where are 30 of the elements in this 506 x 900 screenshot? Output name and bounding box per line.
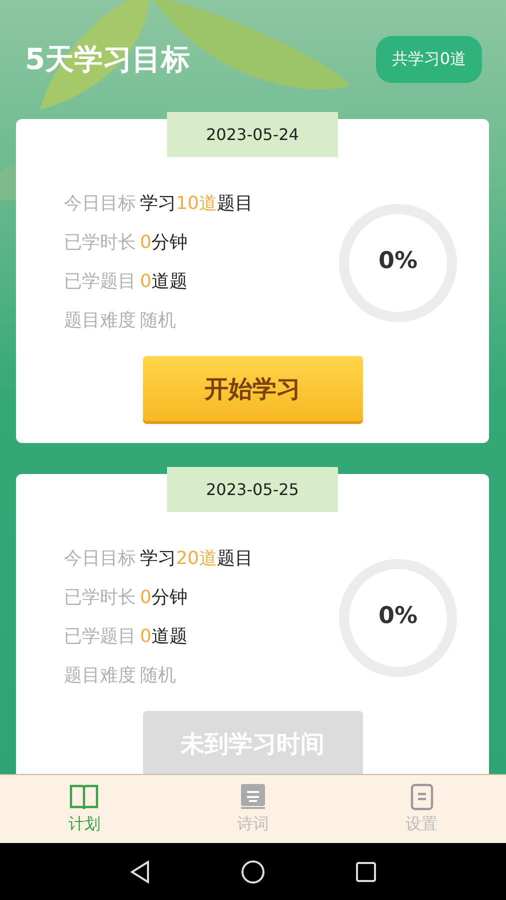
progress-reading: 0% [377, 602, 419, 628]
row-value: 0分钟 [140, 586, 188, 610]
row-value: 随机 [140, 664, 176, 688]
row-label: 题目难度 [64, 664, 136, 688]
tab-item[interactable]: 计划 [0, 775, 169, 843]
row-label: 今日目标 [64, 547, 136, 571]
row-label: 题目难度 [64, 309, 136, 333]
row-value: 0道题 [140, 270, 188, 294]
total-studied-button[interactable]: 共学习0道 [376, 36, 482, 83]
row-value: 随机 [140, 309, 176, 333]
recents-icon[interactable] [355, 860, 377, 882]
page-title: 5天学习目标 [25, 40, 190, 78]
row-label: 已学题目 [64, 270, 136, 294]
row-label: 今日目标 [64, 192, 136, 216]
row-label: 已学时长 [64, 586, 136, 610]
book-icon [69, 783, 100, 811]
row-value: 0分钟 [140, 231, 188, 255]
tab-item[interactable]: 设置 [337, 775, 506, 843]
book-icon [239, 783, 267, 811]
study-button[interactable]: 开始学习 [142, 356, 362, 421]
tab-item[interactable]: 诗词 [168, 775, 338, 843]
back-icon[interactable] [129, 860, 151, 884]
row-label: 已学时长 [64, 231, 136, 255]
document-icon [410, 783, 434, 811]
row-value: 0道题 [140, 625, 188, 649]
row-label: 已学题目 [64, 625, 136, 649]
home-icon[interactable] [241, 860, 265, 884]
progress-reading: 0% [377, 248, 419, 274]
row-value: 学习20道题目 [140, 547, 253, 571]
row-value: 学习 10道题目 [140, 192, 253, 216]
